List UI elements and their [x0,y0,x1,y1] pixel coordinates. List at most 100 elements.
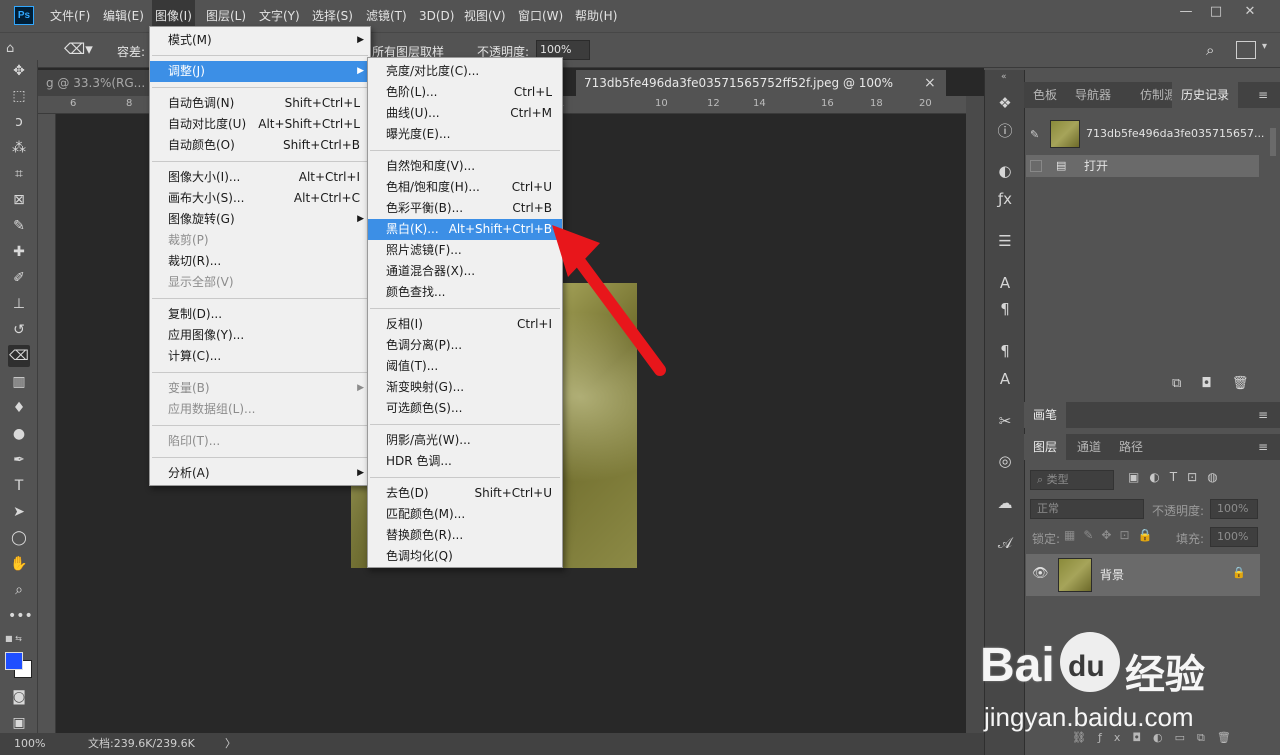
image-menu-analysis[interactable]: 分析(A) ▶ [150,463,370,484]
collapse-icon[interactable]: « [1001,72,1013,82]
history-checkbox[interactable] [1030,160,1042,172]
tab-swatches[interactable]: 色板 [1024,82,1067,108]
3d-icon[interactable]: ❖ [993,92,1017,114]
search-icon[interactable]: ⌕ [1206,41,1226,61]
tab-history[interactable]: 历史记录 [1172,82,1239,108]
status-menu-arrow[interactable]: 〉 [225,733,236,755]
brush-source-icon[interactable]: ✎ [1030,124,1039,146]
panel-menu-icon[interactable]: ≡ [1258,402,1268,428]
adjust-exposure[interactable]: 曝光度(E)... [368,124,562,145]
adjust-black-white[interactable]: 黑白(K)... Alt+Shift+Ctrl+B [368,219,562,240]
panel-menu-icon[interactable]: ≡ [1258,434,1268,460]
layer-filter-select[interactable]: ⌕ 类型 [1030,470,1114,490]
more-tools-icon[interactable]: ••• [8,605,33,627]
adjust-curves[interactable]: 曲线(U)... Ctrl+M [368,103,562,124]
zoom-level[interactable]: 100% [14,733,45,755]
adjust-shadows-highlights[interactable]: 阴影/高光(W)... [368,430,562,451]
tool-presets-icon[interactable]: ✂ [993,410,1017,432]
adjust-levels[interactable]: 色阶(L)... Ctrl+L [368,82,562,103]
lasso-tool-icon[interactable]: ↄ [8,111,30,133]
image-menu-calculations[interactable]: 计算(C)... [150,346,370,367]
adjust-invert[interactable]: 反相(I) Ctrl+I [368,314,562,335]
magic-wand-tool-icon[interactable]: ⁂ [8,137,30,159]
blend-mode-select[interactable]: 正常 [1030,499,1144,519]
adjust-desaturate[interactable]: 去色(D) Shift+Ctrl+U [368,483,562,504]
adjust-color-lookup[interactable]: 颜色查找... [368,282,562,303]
close-window-button[interactable]: ✕ [1234,0,1266,24]
image-menu-apply-image[interactable]: 应用图像(Y)... [150,325,370,346]
type-tool-icon[interactable]: T [8,475,30,497]
hand-tool-icon[interactable]: ✋ [8,553,30,575]
adjust-match-color[interactable]: 匹配颜色(M)... [368,504,562,525]
image-menu-rotation[interactable]: 图像旋转(G) ▶ [150,209,370,230]
glyphs-icon[interactable]: 𝒜 [993,532,1017,554]
screen-mode-icon[interactable]: ▣ [8,712,30,734]
adjustments-icon[interactable]: ◐ [993,160,1017,182]
chevron-down-icon[interactable]: ▾ [1262,41,1274,61]
info-icon[interactable]: ⓘ [993,120,1017,142]
brush-settings-icon[interactable]: ☰ [993,230,1017,252]
path-selection-tool-icon[interactable]: ➤ [8,501,30,523]
frame-tool-icon[interactable]: ⊠ [8,189,30,211]
fill-input[interactable]: 100% [1210,527,1258,547]
character-icon[interactable]: A [993,272,1017,294]
panel-menu-icon[interactable]: ≡ [1258,82,1268,108]
visibility-eye-icon[interactable]: 👁 [1032,566,1049,581]
menu-3d[interactable]: 3D(D) [416,0,457,32]
menu-window[interactable]: 窗口(W) [515,0,566,32]
history-scrollbar[interactable] [1270,128,1276,156]
properties-icon[interactable]: ◎ [993,450,1017,472]
eyedropper-tool-icon[interactable]: ✎ [8,215,30,237]
healing-tool-icon[interactable]: ✚ [8,241,30,263]
styles-icon[interactable]: ƒx [993,188,1017,210]
adjust-channel-mixer[interactable]: 通道混合器(X)... [368,261,562,282]
history-snapshot[interactable]: ✎ 713db5fe496da3fe035715657... [1026,120,1264,150]
adjust-gradient-map[interactable]: 渐变映射(G)... [368,377,562,398]
ellipse-tool-icon[interactable]: ◯ [8,527,30,549]
blur-tool-icon[interactable]: ♦ [8,397,30,419]
tab-paths[interactable]: 路径 [1110,434,1153,460]
adjust-color-balance[interactable]: 色彩平衡(B)... Ctrl+B [368,198,562,219]
adjust-photo-filter[interactable]: 照片滤镜(F)... [368,240,562,261]
image-menu-mode[interactable]: 模式(M) ▶ [150,30,370,51]
adjust-threshold[interactable]: 阈值(T)... [368,356,562,377]
image-menu-image-size[interactable]: 图像大小(I)... Alt+Ctrl+I [150,167,370,188]
adjust-hue-saturation[interactable]: 色相/饱和度(H)... Ctrl+U [368,177,562,198]
home-icon[interactable]: ⌂ [6,41,30,61]
gradient-tool-icon[interactable]: ▥ [8,371,30,393]
adjust-hdr-toning[interactable]: HDR 色调... [368,451,562,472]
image-menu-auto-tone[interactable]: 自动色调(N) Shift+Ctrl+L [150,93,370,114]
image-menu-trim[interactable]: 裁切(R)... [150,251,370,272]
adjust-replace-color[interactable]: 替换颜色(R)... [368,525,562,546]
maximize-button[interactable]: □ [1200,0,1232,24]
eraser-tool-preset-icon[interactable]: ⌫▾ [64,40,100,62]
new-document-from-state-icon[interactable]: ⧉ [1172,376,1181,391]
tab-brushes[interactable]: 画笔 [1024,402,1067,428]
history-step[interactable]: ▤ 打开 [1026,155,1259,177]
dodge-tool-icon[interactable]: ● [8,423,30,445]
image-menu-canvas-size[interactable]: 画布大小(S)... Alt+Ctrl+C [150,188,370,209]
image-menu-auto-color[interactable]: 自动颜色(O) Shift+Ctrl+B [150,135,370,156]
paragraph-styles-icon[interactable]: ¶ [993,340,1017,362]
eraser-tool-icon[interactable]: ⌫ [8,345,30,367]
lock-icons[interactable]: ▦✎✥⊡🔒 [1064,528,1174,546]
brush-tool-icon[interactable]: ✐ [8,267,30,289]
menu-view[interactable]: 视图(V) [461,0,509,32]
quick-mask-icon[interactable]: ◙ [8,686,30,708]
crop-tool-icon[interactable]: ⌗ [8,163,30,185]
image-menu-adjustments[interactable]: 调整(J) ▶ [150,61,370,82]
tab-document-2[interactable]: 713db5fe496da3fe03571565752ff52f.jpeg @ … [576,70,946,116]
image-menu-duplicate[interactable]: 复制(D)... [150,304,370,325]
snapshot-camera-icon[interactable]: ◘ [1201,376,1211,391]
trash-icon[interactable]: 🗑 [1232,376,1249,391]
minimize-button[interactable]: — [1170,0,1202,24]
foreground-color-swatch[interactable] [5,652,23,670]
adjust-equalize[interactable]: 色调均化(Q) [368,546,562,567]
adjust-selective-color[interactable]: 可选颜色(S)... [368,398,562,419]
history-brush-tool-icon[interactable]: ↺ [8,319,30,341]
zoom-tool-icon[interactable]: ⌕ [8,579,30,601]
tab-layers[interactable]: 图层 [1024,434,1067,460]
menu-edit[interactable]: 编辑(E) [100,0,147,32]
default-colors-icon[interactable]: ■ ⇆ [5,634,33,644]
move-tool-icon[interactable]: ✥ [8,60,30,82]
